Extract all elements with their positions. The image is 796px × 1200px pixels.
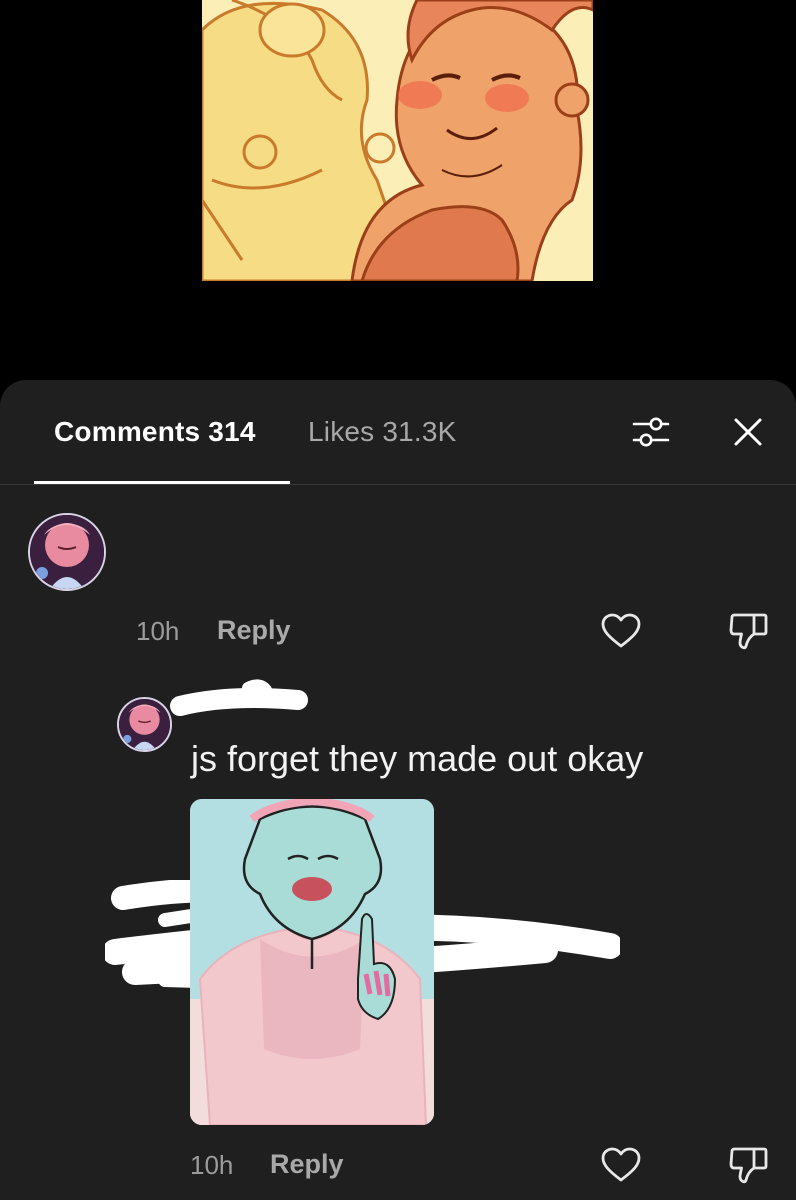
dislike-button[interactable] xyxy=(723,1140,773,1190)
avatar[interactable] xyxy=(117,697,172,752)
redaction-scribble xyxy=(170,679,308,716)
comment-timestamp: 10h xyxy=(136,616,180,646)
active-tab-indicator xyxy=(34,481,290,484)
tab-likes[interactable]: Likes 31.3K xyxy=(308,416,457,448)
sliders-icon xyxy=(632,417,670,447)
reply-button[interactable]: Reply xyxy=(270,1149,344,1180)
video-artwork xyxy=(202,0,593,281)
filter-button[interactable] xyxy=(625,406,677,458)
avatar[interactable] xyxy=(28,513,106,591)
tab-comments[interactable]: Comments 314 xyxy=(54,416,256,448)
heart-icon xyxy=(601,613,641,648)
like-button[interactable] xyxy=(596,1140,646,1190)
thumbs-down-icon xyxy=(729,1147,768,1184)
close-icon xyxy=(734,418,762,446)
heart-icon xyxy=(601,1147,641,1182)
comment-timestamp: 10h xyxy=(190,1150,234,1180)
close-button[interactable] xyxy=(722,406,774,458)
like-button[interactable] xyxy=(596,606,646,656)
dislike-button[interactable] xyxy=(723,606,773,656)
reply-button[interactable]: Reply xyxy=(217,615,291,646)
thumbs-down-icon xyxy=(729,613,768,650)
video-player[interactable] xyxy=(0,0,796,385)
comments-tab-bar: Comments 314 Likes 31.3K xyxy=(0,380,796,485)
comments-sheet: Comments 314 Likes 31.3K 10h Reply js fo… xyxy=(0,380,796,1200)
comment-image[interactable] xyxy=(190,799,434,1125)
comment-text: js forget they made out okay xyxy=(191,738,644,779)
